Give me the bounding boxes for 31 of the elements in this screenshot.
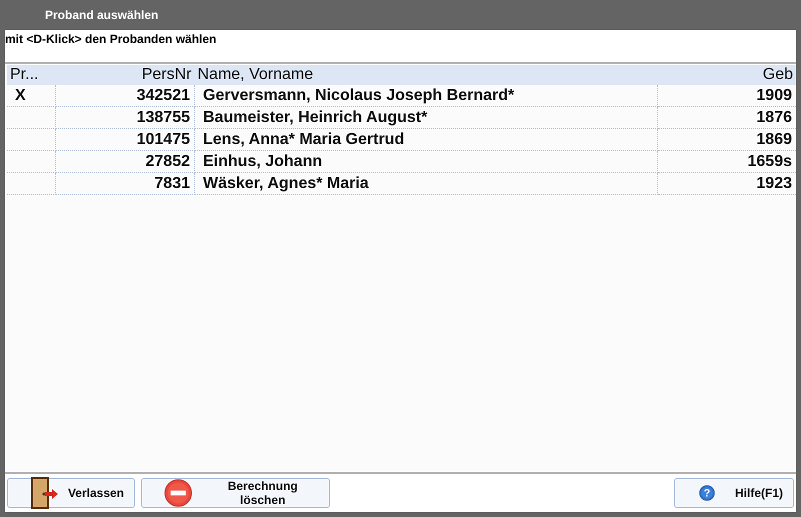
table-cell: Gerversmann, Nicolaus Joseph Bernard*: [194, 85, 658, 106]
column-header[interactable]: Pr...: [7, 65, 56, 85]
window-title: Proband auswählen: [45, 8, 158, 22]
table-cell: 1659s: [658, 150, 796, 172]
delete-button[interactable]: Berechnung löschen: [141, 478, 330, 508]
table-cell: [7, 106, 56, 128]
exit-button[interactable]: Verlassen: [7, 478, 135, 508]
minus-circle-icon: [164, 478, 192, 508]
table-cell: [7, 128, 56, 150]
table-cell: Wäsker, Agnes* Maria: [194, 172, 658, 194]
table-cell: [7, 172, 56, 194]
help-button[interactable]: ? Hilfe(F1): [674, 478, 794, 508]
table-cell: [7, 150, 56, 172]
table-cell: 138755: [56, 106, 194, 128]
table-cell: 1876: [658, 106, 796, 128]
column-header[interactable]: PersNr: [56, 65, 194, 85]
table-cell: 1869: [658, 128, 796, 150]
column-header[interactable]: Name, Vorname: [194, 65, 658, 85]
table-cell: 1923: [658, 172, 796, 194]
table-cell: 7831: [56, 172, 194, 194]
column-header[interactable]: Geb: [658, 65, 796, 85]
table-cell: 27852: [56, 150, 194, 172]
table-cell: 1909: [658, 85, 796, 106]
door-icon: [30, 477, 60, 509]
table-cell: Baumeister, Heinrich August*: [194, 106, 658, 128]
table-cell: Einhus, Johann: [194, 150, 658, 172]
table-cell: X: [7, 85, 56, 106]
table-cell: 342521: [56, 85, 194, 106]
instruction-text: mit <D-Klick> den Probanden wählen: [5, 31, 218, 48]
table-cell: Lens, Anna* Maria Gertrud: [194, 128, 658, 150]
table-cell: 101475: [56, 128, 194, 150]
